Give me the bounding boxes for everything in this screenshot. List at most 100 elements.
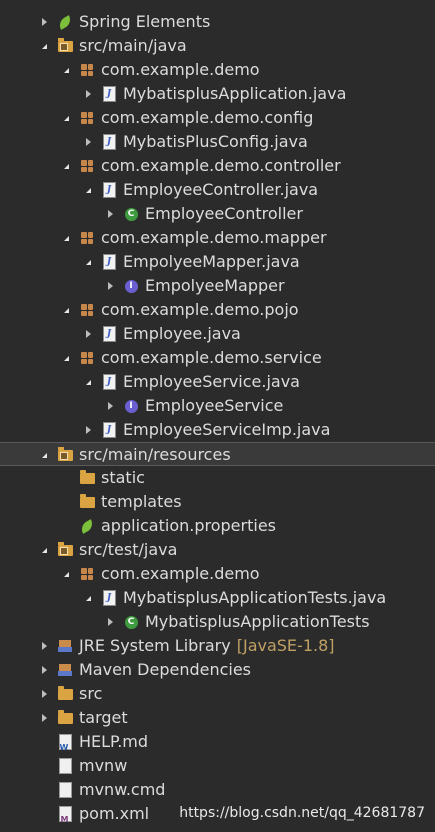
- collapse-toggle-icon[interactable]: [60, 160, 72, 172]
- tree-item-label: static: [101, 468, 145, 487]
- tree-item[interactable]: com.example.demo.config: [0, 106, 435, 130]
- tree-item[interactable]: com.example.demo.controller: [0, 154, 435, 178]
- tree-item[interactable]: JRE System Library [JavaSE-1.8]: [0, 634, 435, 658]
- collapse-toggle-icon[interactable]: [82, 376, 94, 388]
- tree-item[interactable]: src/main/resources: [0, 442, 435, 466]
- tree-item[interactable]: com.example.demo.mapper: [0, 226, 435, 250]
- expand-toggle-icon[interactable]: [104, 208, 116, 220]
- collapse-toggle-icon[interactable]: [60, 568, 72, 580]
- tree-item[interactable]: J EmployeeService.java: [0, 370, 435, 394]
- tree-item[interactable]: src/test/java: [0, 538, 435, 562]
- folder-icon: [79, 469, 95, 486]
- tree-item-label: pom.xml: [79, 804, 150, 823]
- collapse-toggle-icon[interactable]: [60, 352, 72, 364]
- tree-item-label: com.example.demo: [101, 60, 260, 79]
- expand-toggle-icon[interactable]: [38, 664, 50, 676]
- expand-toggle-icon[interactable]: [82, 424, 94, 436]
- tree-item[interactable]: com.example.demo.service: [0, 346, 435, 370]
- expand-toggle-icon[interactable]: [38, 640, 50, 652]
- tree-item[interactable]: Spring Elements: [0, 10, 435, 34]
- collapse-toggle-icon[interactable]: [82, 592, 94, 604]
- tree-item[interactable]: I EmployeeService: [0, 394, 435, 418]
- tree-item-label: MybatisplusApplication.java: [123, 84, 347, 103]
- tree-item[interactable]: com.example.demo.pojo: [0, 298, 435, 322]
- java-file-icon: J: [101, 374, 117, 390]
- tree-item[interactable]: target: [0, 706, 435, 730]
- tree-item[interactable]: J MybatisplusApplicationTests.java: [0, 586, 435, 610]
- tree-item[interactable]: J MybatisplusApplication.java: [0, 82, 435, 106]
- folder-icon: [57, 709, 73, 726]
- interface-icon: I: [123, 278, 139, 294]
- java-file-icon: J: [101, 86, 117, 102]
- collapse-toggle-icon[interactable]: [60, 112, 72, 124]
- tree-item[interactable]: src: [0, 682, 435, 706]
- tree-item-label: EmployeeService.java: [123, 372, 300, 391]
- expand-toggle-icon[interactable]: [38, 688, 50, 700]
- tree-item-label: com.example.demo.pojo: [101, 300, 299, 319]
- markdown-file-icon: [57, 734, 73, 760]
- expand-toggle-icon[interactable]: [82, 136, 94, 148]
- package-icon: [79, 230, 95, 246]
- tree-item[interactable]: J EmployeeServiceImp.java: [0, 418, 435, 442]
- expand-toggle-icon[interactable]: [104, 280, 116, 292]
- collapse-toggle-icon[interactable]: [60, 64, 72, 76]
- tree-item[interactable]: mvnw.cmd: [0, 778, 435, 802]
- collapse-toggle-icon[interactable]: [60, 232, 72, 244]
- collapse-toggle-icon[interactable]: [38, 40, 50, 52]
- expand-toggle-icon[interactable]: [38, 16, 50, 28]
- expand-toggle-icon[interactable]: [104, 400, 116, 412]
- tree-item-label: EmployeeController: [145, 204, 303, 223]
- package-icon: [79, 350, 95, 366]
- library-icon: [57, 638, 73, 654]
- collapse-toggle-icon[interactable]: [82, 256, 94, 268]
- java-file-icon: J: [101, 590, 117, 606]
- tree-item-label: JRE System Library [JavaSE-1.8]: [79, 636, 335, 655]
- tree-item[interactable]: C EmployeeController: [0, 202, 435, 226]
- folder-icon: [57, 685, 73, 702]
- maven-pom-icon: [57, 806, 73, 832]
- spring-leaf-icon: [78, 518, 96, 534]
- collapse-toggle-icon[interactable]: [82, 184, 94, 196]
- tree-item[interactable]: com.example.demo: [0, 58, 435, 82]
- tree-item[interactable]: I EmpolyeeMapper: [0, 274, 435, 298]
- tree-item[interactable]: J EmpolyeeMapper.java: [0, 250, 435, 274]
- expand-toggle-icon[interactable]: [82, 88, 94, 100]
- tree-item[interactable]: templates: [0, 490, 435, 514]
- tree-item-label: src: [79, 684, 103, 703]
- tree-item[interactable]: static: [0, 466, 435, 490]
- tree-item-label: mvnw.cmd: [79, 780, 166, 799]
- collapse-toggle-icon[interactable]: [60, 304, 72, 316]
- tree-item[interactable]: HELP.md: [0, 730, 435, 760]
- expand-toggle-icon[interactable]: [38, 712, 50, 724]
- expand-toggle-icon[interactable]: [104, 616, 116, 628]
- package-icon: [79, 158, 95, 174]
- tree-item-label: com.example.demo.service: [101, 348, 322, 367]
- tree-item[interactable]: mvnw: [0, 754, 435, 778]
- collapse-toggle-icon[interactable]: [38, 449, 50, 461]
- tree-item-label: MybatisPlusConfig.java: [123, 132, 308, 151]
- tree-item-label: src/main/java: [79, 36, 187, 55]
- tree-item-label: EmployeeService: [145, 396, 284, 415]
- tree-item[interactable]: C MybatisplusApplicationTests: [0, 610, 435, 634]
- file-icon: [57, 782, 73, 798]
- package-icon: [79, 110, 95, 126]
- tree-item[interactable]: J MybatisPlusConfig.java: [0, 130, 435, 154]
- tree-item[interactable]: J Employee.java: [0, 322, 435, 346]
- tree-item-label: templates: [101, 492, 182, 511]
- tree-item[interactable]: com.example.demo: [0, 562, 435, 586]
- file-icon: [57, 758, 73, 774]
- tree-item-label: com.example.demo.mapper: [101, 228, 327, 247]
- expand-toggle-icon[interactable]: [82, 328, 94, 340]
- tree-item-label: target: [79, 708, 128, 727]
- tree-item[interactable]: J EmployeeController.java: [0, 178, 435, 202]
- collapse-toggle-icon[interactable]: [38, 544, 50, 556]
- folder-icon: [79, 493, 95, 510]
- tree-item-label: mvnw: [79, 756, 128, 775]
- tree-item-label: HELP.md: [79, 732, 149, 751]
- tree-item[interactable]: src/main/java: [0, 34, 435, 58]
- tree-item-label: src/main/resources: [79, 445, 231, 464]
- interface-icon: I: [123, 398, 139, 414]
- package-icon: [79, 566, 95, 582]
- tree-item[interactable]: Maven Dependencies: [0, 658, 435, 682]
- tree-item[interactable]: application.properties: [0, 514, 435, 538]
